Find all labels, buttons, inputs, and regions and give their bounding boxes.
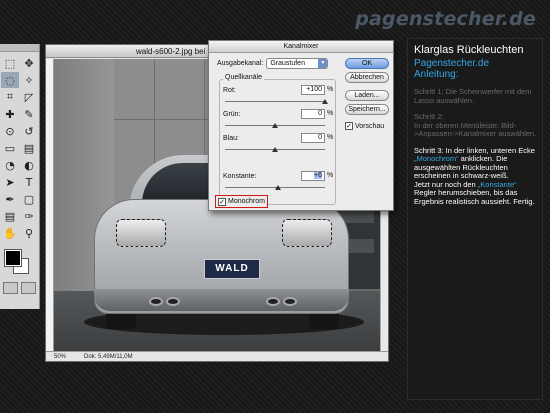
tutorial-panel: Klarglas Rückleuchten Pagenstecher.de An… [407,38,543,400]
site-watermark: pagenstecher.de [355,8,536,30]
blur-icon[interactable]: ◔ [1,157,19,173]
percent-sign: % [327,86,334,93]
tutorial-site[interactable]: Pagenstecher.de [414,58,537,69]
eraser-icon[interactable]: ▭ [1,140,19,156]
notes-icon[interactable]: ▤ [1,208,19,224]
document-status-bar: 50% Dok: 5,49M/11,0M [46,351,388,361]
step-1: Schritt 1: Die Scheinwerfer mit dem Lass… [414,87,532,105]
exhaust-pipe [266,297,280,306]
step-2: Schritt 2: In der oberen Menüleiste: Bil… [414,112,537,139]
type-icon[interactable]: T [20,174,38,190]
monochrome-checkbox[interactable]: ✓ [218,197,226,206]
left-ruler [46,59,54,352]
save-button[interactable]: Speichern... [345,104,389,115]
zoom-level[interactable]: 50% [54,354,66,360]
percent-sign: % [327,172,334,179]
eyedropper-icon[interactable]: ✑ [20,208,38,224]
lasso-icon[interactable]: ◌ [1,72,19,88]
move-icon[interactable]: ✥ [20,55,38,71]
slice-icon[interactable]: ◸ [20,89,38,105]
red-value: +100 [306,86,322,93]
green-value-input[interactable]: 0 [301,109,325,119]
percent-sign: % [327,110,334,117]
exhaust-pipe [166,297,180,306]
dodge-icon[interactable]: ◐ [20,157,38,173]
step-2-text: In der oberen Menüleiste: Bild->Anpassen… [414,120,537,138]
tutorial-subtitle: Pagenstecher.de Anleitung: [414,58,537,80]
red-label: Rot: [223,87,236,94]
green-value: 0 [318,110,322,117]
history-brush-icon[interactable]: ↺ [20,123,38,139]
exhaust-pipe [149,297,163,306]
cancel-button[interactable]: Abbrechen [345,72,389,83]
magic-wand-icon[interactable]: ✧ [20,72,38,88]
stamp-icon[interactable]: ⊙ [1,123,19,139]
preview-label: Vorschau [355,122,385,130]
car-bumper [94,289,349,311]
dialog-title[interactable]: Kanalmixer [209,41,393,53]
percent-sign: % [327,134,334,141]
tools-palette-header[interactable] [0,44,39,52]
monochrome-label: Monochrom [228,198,265,205]
constant-value: +6 [314,172,322,179]
red-slider-track[interactable] [225,101,325,102]
tools-palette: ⬚ ✥ ◌ ✧ ⌗ ◸ ✚ ✎ ⊙ ↺ ▭ ▤ ◔ ◐ ➤ T ✒ ▢ ▤ ✑ ✋ ⚲ [0,44,40,309]
blue-value: 0 [318,134,322,141]
constant-label: Konstante: [223,173,257,180]
tutorial-guide-label: Anleitung: [414,69,459,80]
marquee-icon[interactable]: ⬚ [1,55,19,71]
step-4-text-b: Regler herumschieben, bis das Ergebnis r… [414,188,535,206]
kanalmixer-dialog: Kanalmixer Ausgabekanal: Graustufen ▼ Qu… [208,40,394,211]
constant-value-input[interactable]: +6 [301,171,325,181]
preview-checkbox[interactable]: ✓ [345,122,353,130]
preview-row[interactable]: ✓ Vorschau [345,122,384,130]
hand-icon[interactable]: ✋ [1,225,19,241]
zoom-icon[interactable]: ⚲ [20,225,38,241]
step-3: Schritt 3: In der linken, unteren Ecke „… [414,146,537,181]
output-channel-row: Ausgabekanal: Graustufen ▼ [217,58,329,69]
source-channels-label: Quellkanäle [223,74,264,81]
color-swatches[interactable] [3,248,36,276]
mode-buttons [0,280,39,296]
healing-icon[interactable]: ✚ [1,106,19,122]
tutorial-title: Klarglas Rückleuchten [414,44,524,56]
document-size: Dok: 5,49M/11,0M [84,353,133,360]
green-slider-thumb[interactable] [272,123,278,128]
exhaust-pipe [283,297,297,306]
red-slider-thumb[interactable] [322,99,328,104]
output-channel-value: Graustufen [270,60,305,67]
green-label: Grün: [223,111,241,118]
crop-icon[interactable]: ⌗ [1,89,19,105]
right-taillight-selection [282,219,332,247]
constant-slider-thumb[interactable] [275,185,281,190]
gradient-icon[interactable]: ▤ [20,140,38,156]
monochrome-highlight[interactable]: ✓ Monochrom [215,195,268,208]
tool-grid: ⬚ ✥ ◌ ✧ ⌗ ◸ ✚ ✎ ⊙ ↺ ▭ ▤ ◔ ◐ ➤ T ✒ ▢ ▤ ✑ ✋ ⚲ [0,52,39,244]
load-button[interactable]: Laden... [345,90,389,101]
output-channel-label: Ausgabekanal: [217,60,264,67]
brush-icon[interactable]: ✎ [20,106,38,122]
output-channel-select[interactable]: Graustufen ▼ [266,58,329,69]
license-plate: WALD [204,259,260,279]
red-value-input[interactable]: +100 [301,85,325,95]
foreground-color-swatch[interactable] [4,249,22,267]
blue-slider-thumb[interactable] [272,147,278,152]
shape-icon[interactable]: ▢ [20,191,38,207]
step-4: Jetzt nur noch den „Konstante“ Regler he… [414,180,537,207]
blue-value-input[interactable]: 0 [301,133,325,143]
chevron-down-icon: ▼ [318,59,328,68]
ok-button[interactable]: OK [345,58,389,69]
pen-icon[interactable]: ✒ [1,191,19,207]
quickmask-mode-button[interactable] [21,282,36,294]
path-select-icon[interactable]: ➤ [1,174,19,190]
standard-mode-button[interactable] [3,282,18,294]
left-taillight-selection [116,219,166,247]
blue-label: Blau: [223,135,239,142]
